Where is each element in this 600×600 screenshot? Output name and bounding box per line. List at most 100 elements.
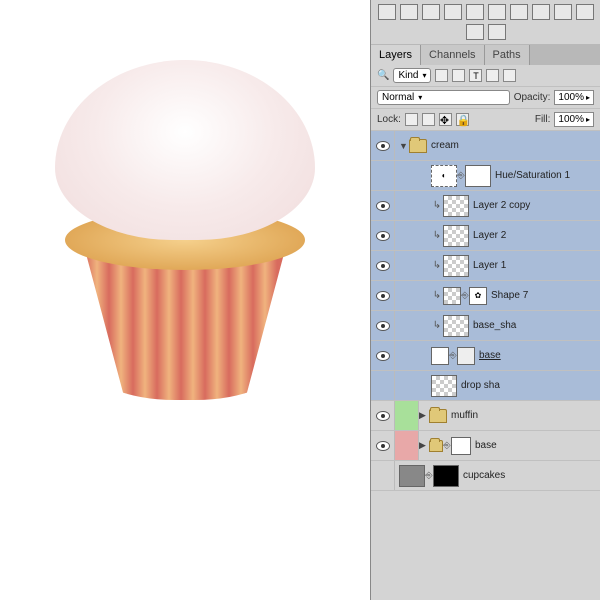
layer-thumb[interactable]	[431, 375, 457, 397]
visibility-toggle[interactable]	[376, 231, 390, 241]
lock-pixels-icon[interactable]	[422, 113, 435, 126]
layer-drop-sha[interactable]: drop sha	[371, 371, 600, 401]
clip-indicator-icon: ↳	[431, 230, 443, 241]
mask-thumb[interactable]	[451, 437, 471, 455]
adj-icon[interactable]	[466, 24, 484, 40]
panel-tabs: Layers Channels Paths	[371, 45, 600, 65]
visibility-toggle[interactable]	[376, 321, 390, 331]
layer-layer2[interactable]: ↳ Layer 2	[371, 221, 600, 251]
layer-layer1[interactable]: ↳ Layer 1	[371, 251, 600, 281]
mask-thumb[interactable]	[433, 465, 459, 487]
filter-smart-icon[interactable]	[503, 69, 516, 82]
layer-thumb[interactable]	[431, 347, 449, 365]
adjustment-thumb[interactable]: ◐	[431, 165, 457, 187]
tab-layers[interactable]: Layers	[371, 45, 421, 65]
opacity-input[interactable]: 100%	[554, 90, 594, 105]
layer-hue-saturation[interactable]: ◐ ⎆ Hue/Saturation 1	[371, 161, 600, 191]
visibility-toggle[interactable]	[376, 441, 390, 451]
blend-mode-dropdown[interactable]: Normal	[377, 90, 510, 105]
adj-icon[interactable]	[510, 4, 528, 20]
link-icon[interactable]: ⎆	[457, 172, 465, 180]
clip-indicator-icon: ↳	[431, 200, 443, 211]
tab-paths[interactable]: Paths	[485, 45, 530, 65]
filter-shape-icon[interactable]	[486, 69, 499, 82]
lock-all-icon[interactable]: 🔒	[456, 113, 469, 126]
link-icon[interactable]: ⎆	[449, 352, 457, 360]
layer-name[interactable]: base_sha	[469, 320, 516, 331]
layer-name[interactable]: Layer 2 copy	[469, 200, 530, 211]
tab-channels[interactable]: Channels	[421, 45, 484, 65]
link-icon[interactable]: ⎆	[425, 472, 433, 480]
layer-name[interactable]: Layer 1	[469, 260, 506, 271]
layer-shape7[interactable]: ↳ ⎆ ✿ Shape 7	[371, 281, 600, 311]
adj-icon[interactable]	[444, 4, 462, 20]
disclosure-triangle[interactable]: ▼	[399, 141, 409, 151]
filter-adjust-icon[interactable]	[452, 69, 465, 82]
layer-name[interactable]: Hue/Saturation 1	[491, 170, 570, 181]
adj-icon[interactable]	[466, 4, 484, 20]
layer-cupcakes[interactable]: ⎆ cupcakes	[371, 461, 600, 491]
layers-panel: Layers Channels Paths 🔍 Kind T Normal Op…	[370, 0, 600, 600]
mask-thumb[interactable]	[465, 165, 491, 187]
disclosure-triangle[interactable]: ▶	[419, 410, 429, 421]
layer-base-sha[interactable]: ↳ base_sha	[371, 311, 600, 341]
filter-type-icon[interactable]: T	[469, 69, 482, 82]
layer-name[interactable]: cream	[427, 140, 459, 151]
adj-icon[interactable]	[532, 4, 550, 20]
visibility-toggle[interactable]	[376, 351, 390, 361]
visibility-toggle[interactable]	[376, 411, 390, 421]
layer-name[interactable]: Layer 2	[469, 230, 506, 241]
lock-transparent-icon[interactable]	[405, 113, 418, 126]
folder-icon	[429, 409, 447, 423]
layer-thumb[interactable]	[443, 287, 461, 305]
adj-icon[interactable]	[488, 4, 506, 20]
clip-indicator-icon: ↳	[431, 260, 443, 271]
layer-thumb[interactable]	[443, 225, 469, 247]
layer-name[interactable]: Shape 7	[487, 290, 528, 301]
layer-thumb[interactable]	[443, 255, 469, 277]
layer-name[interactable]: muffin	[447, 410, 478, 421]
adj-icon[interactable]	[554, 4, 572, 20]
layer-name[interactable]: base	[471, 440, 497, 451]
blend-row: Normal Opacity: 100%	[371, 87, 600, 109]
adj-icon[interactable]	[400, 4, 418, 20]
filter-row: 🔍 Kind T	[371, 65, 600, 87]
layer-list: ▼ cream ◐ ⎆ Hue/Saturation 1 ↳ Layer 2 c…	[371, 131, 600, 600]
layer-group-muffin[interactable]: ▶ muffin	[371, 401, 600, 431]
layer-name[interactable]: cupcakes	[459, 470, 505, 481]
visibility-toggle[interactable]	[376, 291, 390, 301]
disclosure-triangle[interactable]: ▶	[419, 440, 429, 451]
visibility-toggle[interactable]	[376, 261, 390, 271]
lock-position-icon[interactable]: ✥	[439, 113, 452, 126]
layer-layer2copy[interactable]: ↳ Layer 2 copy	[371, 191, 600, 221]
lock-label: Lock:	[377, 114, 401, 125]
layer-thumb[interactable]	[399, 465, 425, 487]
canvas-area	[0, 0, 370, 600]
layer-base-shape[interactable]: ⎆ base	[371, 341, 600, 371]
filter-kind-dropdown[interactable]: Kind	[393, 68, 431, 83]
filter-pixel-icon[interactable]	[435, 69, 448, 82]
adjustments-toolbar	[371, 0, 600, 45]
layer-name[interactable]: drop sha	[457, 380, 500, 391]
opacity-label: Opacity:	[514, 92, 551, 103]
layer-name[interactable]: base	[475, 350, 501, 361]
visibility-toggle[interactable]	[376, 201, 390, 211]
vector-mask-thumb[interactable]	[457, 347, 475, 365]
visibility-toggle[interactable]	[376, 141, 390, 151]
layer-group-base[interactable]: ▶ ⎆ base	[371, 431, 600, 461]
cupcake-image	[35, 100, 335, 500]
link-icon[interactable]: ⎆	[461, 292, 469, 300]
layer-thumb[interactable]	[443, 315, 469, 337]
layer-thumb[interactable]	[443, 195, 469, 217]
vector-mask-thumb[interactable]: ✿	[469, 287, 487, 305]
clip-indicator-icon: ↳	[431, 320, 443, 331]
layer-color-chip	[395, 431, 419, 460]
adj-icon[interactable]	[422, 4, 440, 20]
layer-group-cream[interactable]: ▼ cream	[371, 131, 600, 161]
adj-icon[interactable]	[576, 4, 594, 20]
adj-icon[interactable]	[488, 24, 506, 40]
folder-icon	[409, 139, 427, 153]
fill-input[interactable]: 100%	[554, 112, 594, 127]
link-icon[interactable]: ⎆	[443, 442, 451, 450]
adj-icon[interactable]	[378, 4, 396, 20]
